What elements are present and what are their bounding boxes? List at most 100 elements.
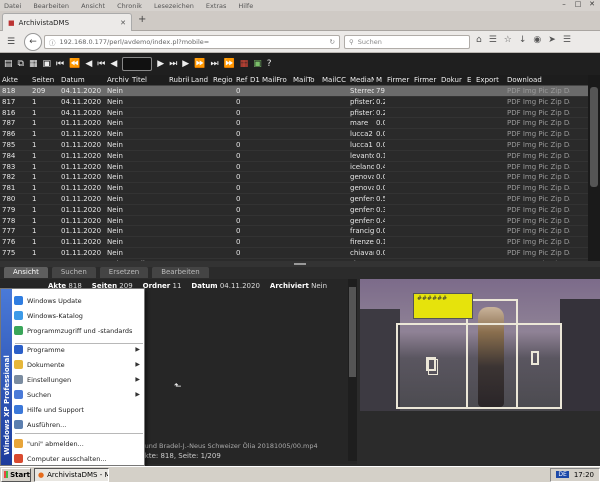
language-indicator[interactable]: DE	[556, 471, 569, 478]
cell-download[interactable]: PDF Img Pic Zip Datei	[505, 97, 570, 107]
cell-download[interactable]: PDF Img Pic Zip Datei	[505, 129, 570, 139]
taskbar-item-archivista[interactable]: ● ArchivistaDMS - M...	[34, 467, 109, 482]
cell-download[interactable]: PDF Img Pic Zip Datei	[505, 194, 570, 204]
cell-download[interactable]: PDF Img Pic Zip Datei	[505, 183, 570, 193]
column-header-seiten[interactable]: Seiten	[30, 75, 59, 85]
column-header-media[interactable]: MediaN	[348, 75, 374, 85]
prev-page-icon[interactable]: ◀	[85, 59, 92, 69]
cell-download[interactable]: PDF Img Pic Zip Datei	[505, 216, 570, 226]
column-header-m[interactable]: M	[374, 75, 385, 85]
table-row[interactable]: 816 1 04.11.2020 Nein 0 pfister10.2 PDF Img Pi…	[0, 108, 588, 119]
detail-scrollbar-thumb[interactable]	[349, 287, 356, 377]
annotation-box-tiny[interactable]	[428, 359, 438, 375]
splitter-handle-icon[interactable]	[294, 263, 306, 265]
page-number-input[interactable]	[122, 57, 153, 71]
home-icon[interactable]: ⌂	[476, 35, 482, 45]
menu-item[interactable]: Datei	[4, 2, 21, 10]
table-row[interactable]: 785 1 01.11.2020 Nein 0 lucca1 0.0 PDF Img Pic …	[0, 140, 588, 151]
start-menu-item[interactable]: Computer ausschalten...	[14, 452, 144, 465]
first-page-icon[interactable]: ⏮	[56, 59, 64, 69]
copy-icon[interactable]: ⧉	[18, 59, 24, 69]
table-row[interactable]: 776 1 01.11.2020 Nein 0 firenze 0.1 PDF Img Pic…	[0, 237, 588, 248]
column-header-region[interactable]: Regio	[211, 75, 234, 85]
table-row[interactable]: 777 1 01.11.2020 Nein 0 franciga0.0 PDF Img Pi…	[0, 226, 588, 238]
menu-icon[interactable]: ☰	[563, 35, 571, 45]
help-icon[interactable]: ?	[267, 59, 272, 69]
start-menu-item[interactable]: Windows Update	[14, 294, 144, 307]
home-sidebar-icon[interactable]: ☰	[3, 34, 19, 50]
start-button[interactable]: Start	[1, 467, 31, 482]
next-record-icon[interactable]: ▶	[157, 59, 164, 69]
cell-download[interactable]: PDF Img Pic Zip Datei	[505, 237, 570, 247]
tab-ansicht[interactable]: Ansicht	[4, 267, 48, 278]
menu-item[interactable]: Lesezeichen	[154, 2, 194, 10]
table-scrollbar[interactable]	[588, 75, 600, 261]
start-menu-item[interactable]: Programme ▶	[14, 343, 144, 356]
pocket-icon[interactable]: ◉	[533, 35, 541, 45]
column-header-land[interactable]: Land	[189, 75, 211, 85]
column-header-firma1[interactable]: Firmer	[385, 75, 412, 85]
start-menu-item[interactable]: Einstellungen ▶	[14, 373, 144, 386]
column-header-ref[interactable]: Ref	[234, 75, 248, 85]
scanner-icon[interactable]: ▣	[253, 59, 262, 69]
menu-item[interactable]: Ansicht	[81, 2, 105, 10]
cell-download[interactable]: PDF Img Pic Zip Datei Video	[505, 86, 570, 96]
minimize-icon[interactable]: –	[559, 0, 569, 9]
prev-record-icon[interactable]: ◀	[110, 59, 117, 69]
start-menu-item[interactable]: Dokumente ▶	[14, 358, 144, 371]
first-record-icon[interactable]: ⏮	[97, 59, 105, 69]
table-row[interactable]: 775 1 01.11.2020 Nein 0 chiavari0.0 PDF Img Pi…	[0, 248, 588, 259]
browser-tab[interactable]: ■ ArchivistaDMS ✕	[2, 13, 132, 31]
send-icon[interactable]: ➤	[548, 35, 556, 45]
close-icon[interactable]: ✕	[587, 0, 597, 9]
menu-item[interactable]: Hilfe	[238, 2, 253, 10]
last-page-icon[interactable]: ⏭	[210, 59, 218, 69]
menu-item[interactable]: Chronik	[117, 2, 142, 10]
table-row[interactable]: 818 209 04.11.2020 Nein 0 Sterreo 79 PDF Img Pi…	[0, 86, 588, 97]
cell-download[interactable]: PDF Img Pic Zip Datei	[505, 118, 570, 128]
download-icon[interactable]: ↓	[519, 35, 527, 45]
cell-download[interactable]: PDF Img Pic Zip Datei	[505, 248, 570, 258]
table-row[interactable]: 786 1 01.11.2020 Nein 0 lucca2 0.0 PDF Img Pic …	[0, 129, 588, 140]
column-header-archiv[interactable]: Archiv	[105, 75, 130, 85]
column-header-rubrik[interactable]: Rubrik	[167, 75, 189, 85]
start-menu-item[interactable]: Windows-Katalog	[14, 309, 144, 322]
column-header-akte[interactable]: Akte	[0, 75, 30, 85]
cell-download[interactable]: PDF Img Pic Zip Datei	[505, 162, 570, 172]
table-row[interactable]: 784 1 01.11.2020 Nein 0 levanto 0.1 PDF Img Pic…	[0, 151, 588, 162]
tab-suchen[interactable]: Suchen	[51, 267, 96, 278]
start-menu-item[interactable]: Hilfe und Support	[14, 403, 144, 416]
view-icon[interactable]: ▣	[42, 59, 51, 69]
start-menu-item[interactable]: "uni" abmelden...	[14, 437, 144, 450]
maximize-icon[interactable]: □	[573, 0, 583, 9]
reload-icon[interactable]: ↻	[330, 38, 335, 46]
cell-download[interactable]: PDF Img Pic Zip Datei	[505, 205, 570, 215]
column-header-download[interactable]: Download	[505, 75, 570, 85]
last-record-icon[interactable]: ⏭	[169, 59, 177, 69]
tab-ersetzen[interactable]: Ersetzen	[99, 267, 149, 278]
table-row[interactable]: 787 1 01.11.2020 Nein 0 mare 0.0 PDF Img Pic Zi…	[0, 118, 588, 130]
cell-download[interactable]: PDF Img Pic Zip Datei	[505, 140, 570, 150]
list-icon[interactable]: ▤	[4, 59, 13, 69]
next-page-icon[interactable]: ▶	[182, 59, 189, 69]
annotation-note[interactable]: ######	[413, 293, 473, 319]
column-header-dokument[interactable]: Dokur	[439, 75, 465, 85]
column-header-mailfrom[interactable]: MailFro	[260, 75, 291, 85]
grid-icon[interactable]: ▦	[29, 59, 38, 69]
bookmarks-icon[interactable]: ☰	[489, 35, 497, 45]
table-row[interactable]: 778 1 01.11.2020 Nein 0 genfers-0.4 PDF Img Pi…	[0, 216, 588, 227]
menu-item[interactable]: Extras	[206, 2, 227, 10]
column-header-firma2[interactable]: Firmer	[412, 75, 439, 85]
column-header-titel[interactable]: Titel	[130, 75, 167, 85]
table-row[interactable]: 780 1 01.11.2020 Nein 0 genfers-0.5 PDF Img Pi…	[0, 194, 588, 205]
tab-bearbeiten[interactable]: Bearbeiten	[152, 267, 209, 278]
column-header-mailto[interactable]: MailTo	[291, 75, 320, 85]
column-header-export[interactable]: Export	[474, 75, 505, 85]
prev-fast-icon[interactable]: ⏪	[69, 59, 80, 69]
url-bar[interactable]: ⓘ 192.168.0.177/perl/avdemo/index.pl?mob…	[44, 35, 340, 49]
annotation-box-person[interactable]	[466, 299, 518, 409]
next-fast-icon[interactable]: ⏩	[194, 59, 205, 69]
table-row[interactable]: 783 1 01.11.2020 Nein 0 iceland 0.4 PDF Img Pic…	[0, 162, 588, 173]
start-menu-item[interactable]: Suchen ▶	[14, 388, 144, 401]
column-header-mailcc[interactable]: MailCC	[320, 75, 348, 85]
